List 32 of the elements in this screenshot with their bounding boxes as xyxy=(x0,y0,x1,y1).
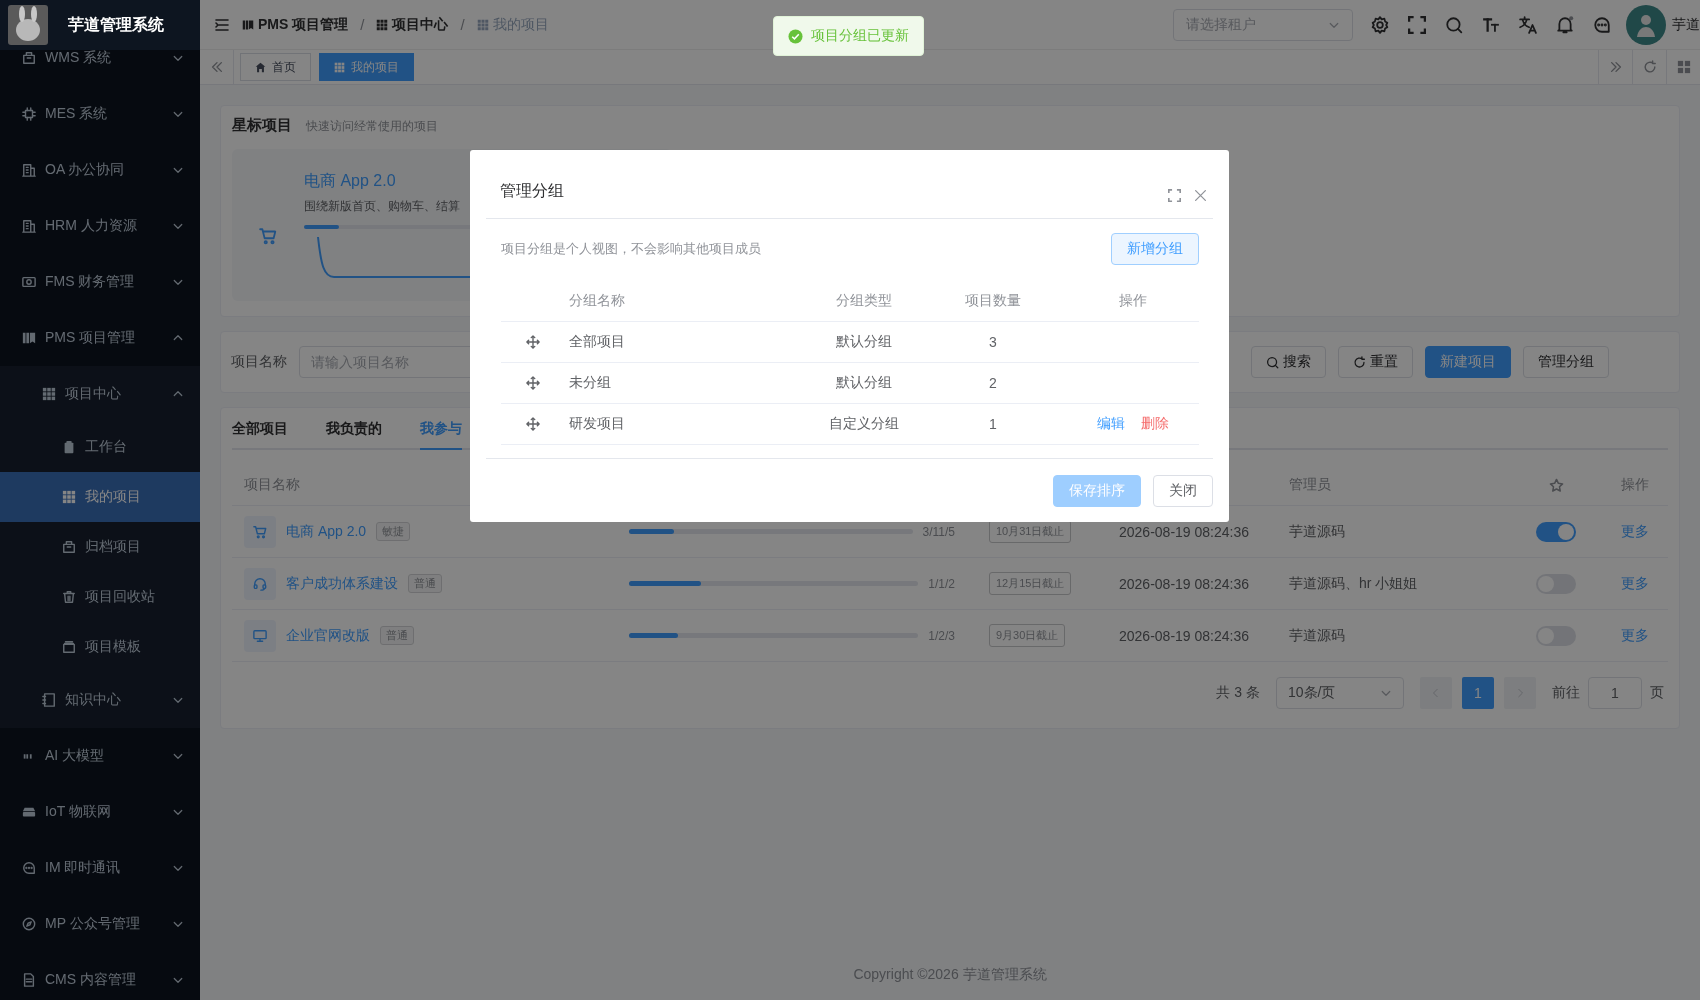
column-header: 项目名称 xyxy=(243,476,301,494)
table-cell-text: 研发项目 xyxy=(568,415,626,433)
column-header: 操作 xyxy=(1118,292,1148,310)
app-title: 芋道管理系统 xyxy=(68,14,164,35)
column-header: 分组类型 xyxy=(835,292,893,310)
breadcrumb-separator: / xyxy=(360,16,365,33)
field-label: 项目名称 xyxy=(231,353,287,371)
task-count: 3/11/5 xyxy=(922,524,955,539)
dialog-title: 管理分组 xyxy=(500,181,565,201)
page-suffix: 页 xyxy=(1650,684,1664,702)
goto-label: 前往 xyxy=(1552,684,1580,702)
table-cell-text: 2026-08-19 08:24:36 xyxy=(1118,523,1250,540)
table-cell-text: 默认分组 xyxy=(835,333,893,351)
table-cell-text: 1 xyxy=(988,416,998,432)
breadcrumb-separator: / xyxy=(460,16,465,33)
table-cell-text: 芋道源码、hr 小姐姐 xyxy=(1288,574,1419,593)
table-cell-text: 芋道源码 xyxy=(1288,626,1346,645)
table-cell-text: 自定义分组 xyxy=(828,415,900,433)
task-count: 1/2/3 xyxy=(928,628,955,643)
table-cell-text: 2 xyxy=(988,375,998,391)
project-description: 围绕新版首页、购物车、结算 xyxy=(304,198,461,215)
table-cell-text: 默认分组 xyxy=(835,374,893,392)
column-header: 项目数量 xyxy=(964,292,1022,310)
card-title: 星标项目 xyxy=(232,116,292,135)
table-cell-text: 3 xyxy=(988,334,998,350)
task-count: 1/1/2 xyxy=(928,576,955,591)
total-count: 共 3 条 xyxy=(1216,684,1260,702)
column-header: 操作 xyxy=(1619,476,1650,494)
table-cell-text: 2026-08-19 08:24:36 xyxy=(1118,575,1250,592)
table-cell-text: 芋道源码 xyxy=(1288,522,1346,541)
toast-message: 项目分组已更新 xyxy=(773,16,924,56)
table-cell-text: 2026-08-19 08:24:36 xyxy=(1118,627,1250,644)
